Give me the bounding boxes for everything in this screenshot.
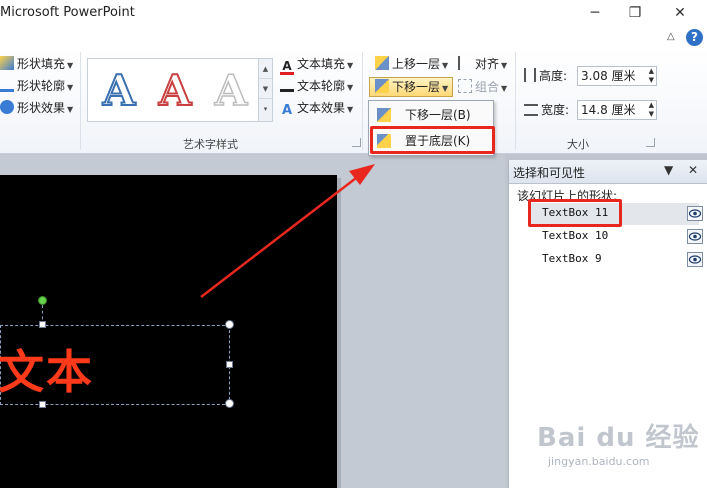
selection-pane-title: 选择和可见性 [513, 166, 586, 180]
pane-highlight-box [528, 199, 622, 227]
pane-close-icon[interactable]: ✕ [688, 163, 698, 177]
visibility-eye-icon[interactable] [687, 252, 703, 267]
shape-row-textbox-9[interactable]: TextBox 9 [529, 249, 703, 271]
menu-send-backward[interactable]: 下移一层(B) [371, 103, 491, 127]
menu-highlight-box [370, 126, 495, 154]
visibility-eye-icon[interactable] [687, 229, 703, 244]
pane-menu-icon[interactable]: ▼ [664, 163, 673, 177]
send-backward-icon [377, 108, 391, 122]
visibility-eye-icon[interactable] [687, 206, 703, 221]
selection-pane-header: 选择和可见性 ▼ ✕ [509, 160, 707, 184]
watermark-logo: Bai du 经验 [537, 423, 700, 453]
shape-row-textbox-10[interactable]: TextBox 10 [529, 226, 703, 248]
watermark-url: jingyan.baidu.com [548, 455, 650, 468]
